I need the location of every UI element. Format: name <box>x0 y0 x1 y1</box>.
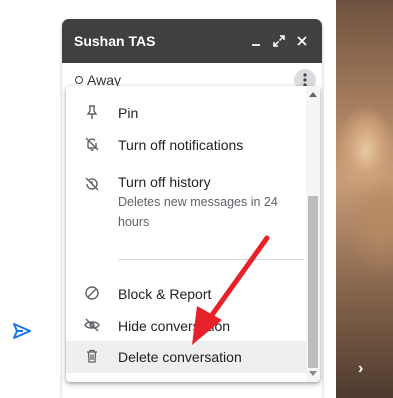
scrollbar-thumb[interactable] <box>308 196 318 368</box>
scroll-down-icon[interactable] <box>309 371 317 376</box>
trash-icon <box>87 349 97 363</box>
pop-out-icon[interactable] <box>269 31 289 51</box>
menu-scrollbar[interactable] <box>306 86 320 382</box>
menu-item-label: Delete conversation <box>118 349 242 365</box>
menu-item-sublabel: Deletes new messages in 24 hours <box>118 195 278 229</box>
scroll-up-icon[interactable] <box>309 92 317 97</box>
more-vert-icon <box>303 73 307 87</box>
close-icon[interactable] <box>292 31 312 51</box>
menu-item-block-report[interactable]: Block & Report <box>66 282 306 306</box>
menu-item-label: Pin <box>118 105 139 121</box>
menu-item-label: Hide conversation <box>118 318 231 334</box>
chat-header: Sushan TAS <box>62 19 322 63</box>
status-away-icon <box>75 76 83 84</box>
menu-item-turn-off-notifications[interactable]: Turn off notifications <box>66 132 306 156</box>
send-icon[interactable] <box>11 320 33 342</box>
menu-item-delete-conversation[interactable]: Delete conversation <box>66 341 306 373</box>
menu-divider <box>118 259 304 260</box>
hide-icon <box>84 318 100 332</box>
menu-item-pin[interactable]: Pin <box>66 102 306 126</box>
background-photo <box>336 0 393 398</box>
menu-item-label: Turn off history <box>118 174 211 190</box>
history-off-icon <box>85 177 99 191</box>
menu-item-hide-conversation[interactable]: Hide conversation <box>66 314 306 338</box>
chat-title: Sushan TAS <box>74 33 156 49</box>
menu-item-turn-off-history[interactable]: Turn off history Deletes new messages in… <box>66 170 306 230</box>
notifications-off-icon <box>85 137 99 151</box>
chevron-right-icon[interactable]: › <box>358 360 363 378</box>
block-icon <box>85 286 99 300</box>
options-menu: Pin Turn off notifications Turn off hist… <box>66 86 320 382</box>
menu-item-label: Turn off notifications <box>118 137 244 153</box>
menu-item-label: Block & Report <box>118 286 212 302</box>
minimize-icon[interactable] <box>246 31 266 51</box>
pin-icon <box>86 105 98 119</box>
